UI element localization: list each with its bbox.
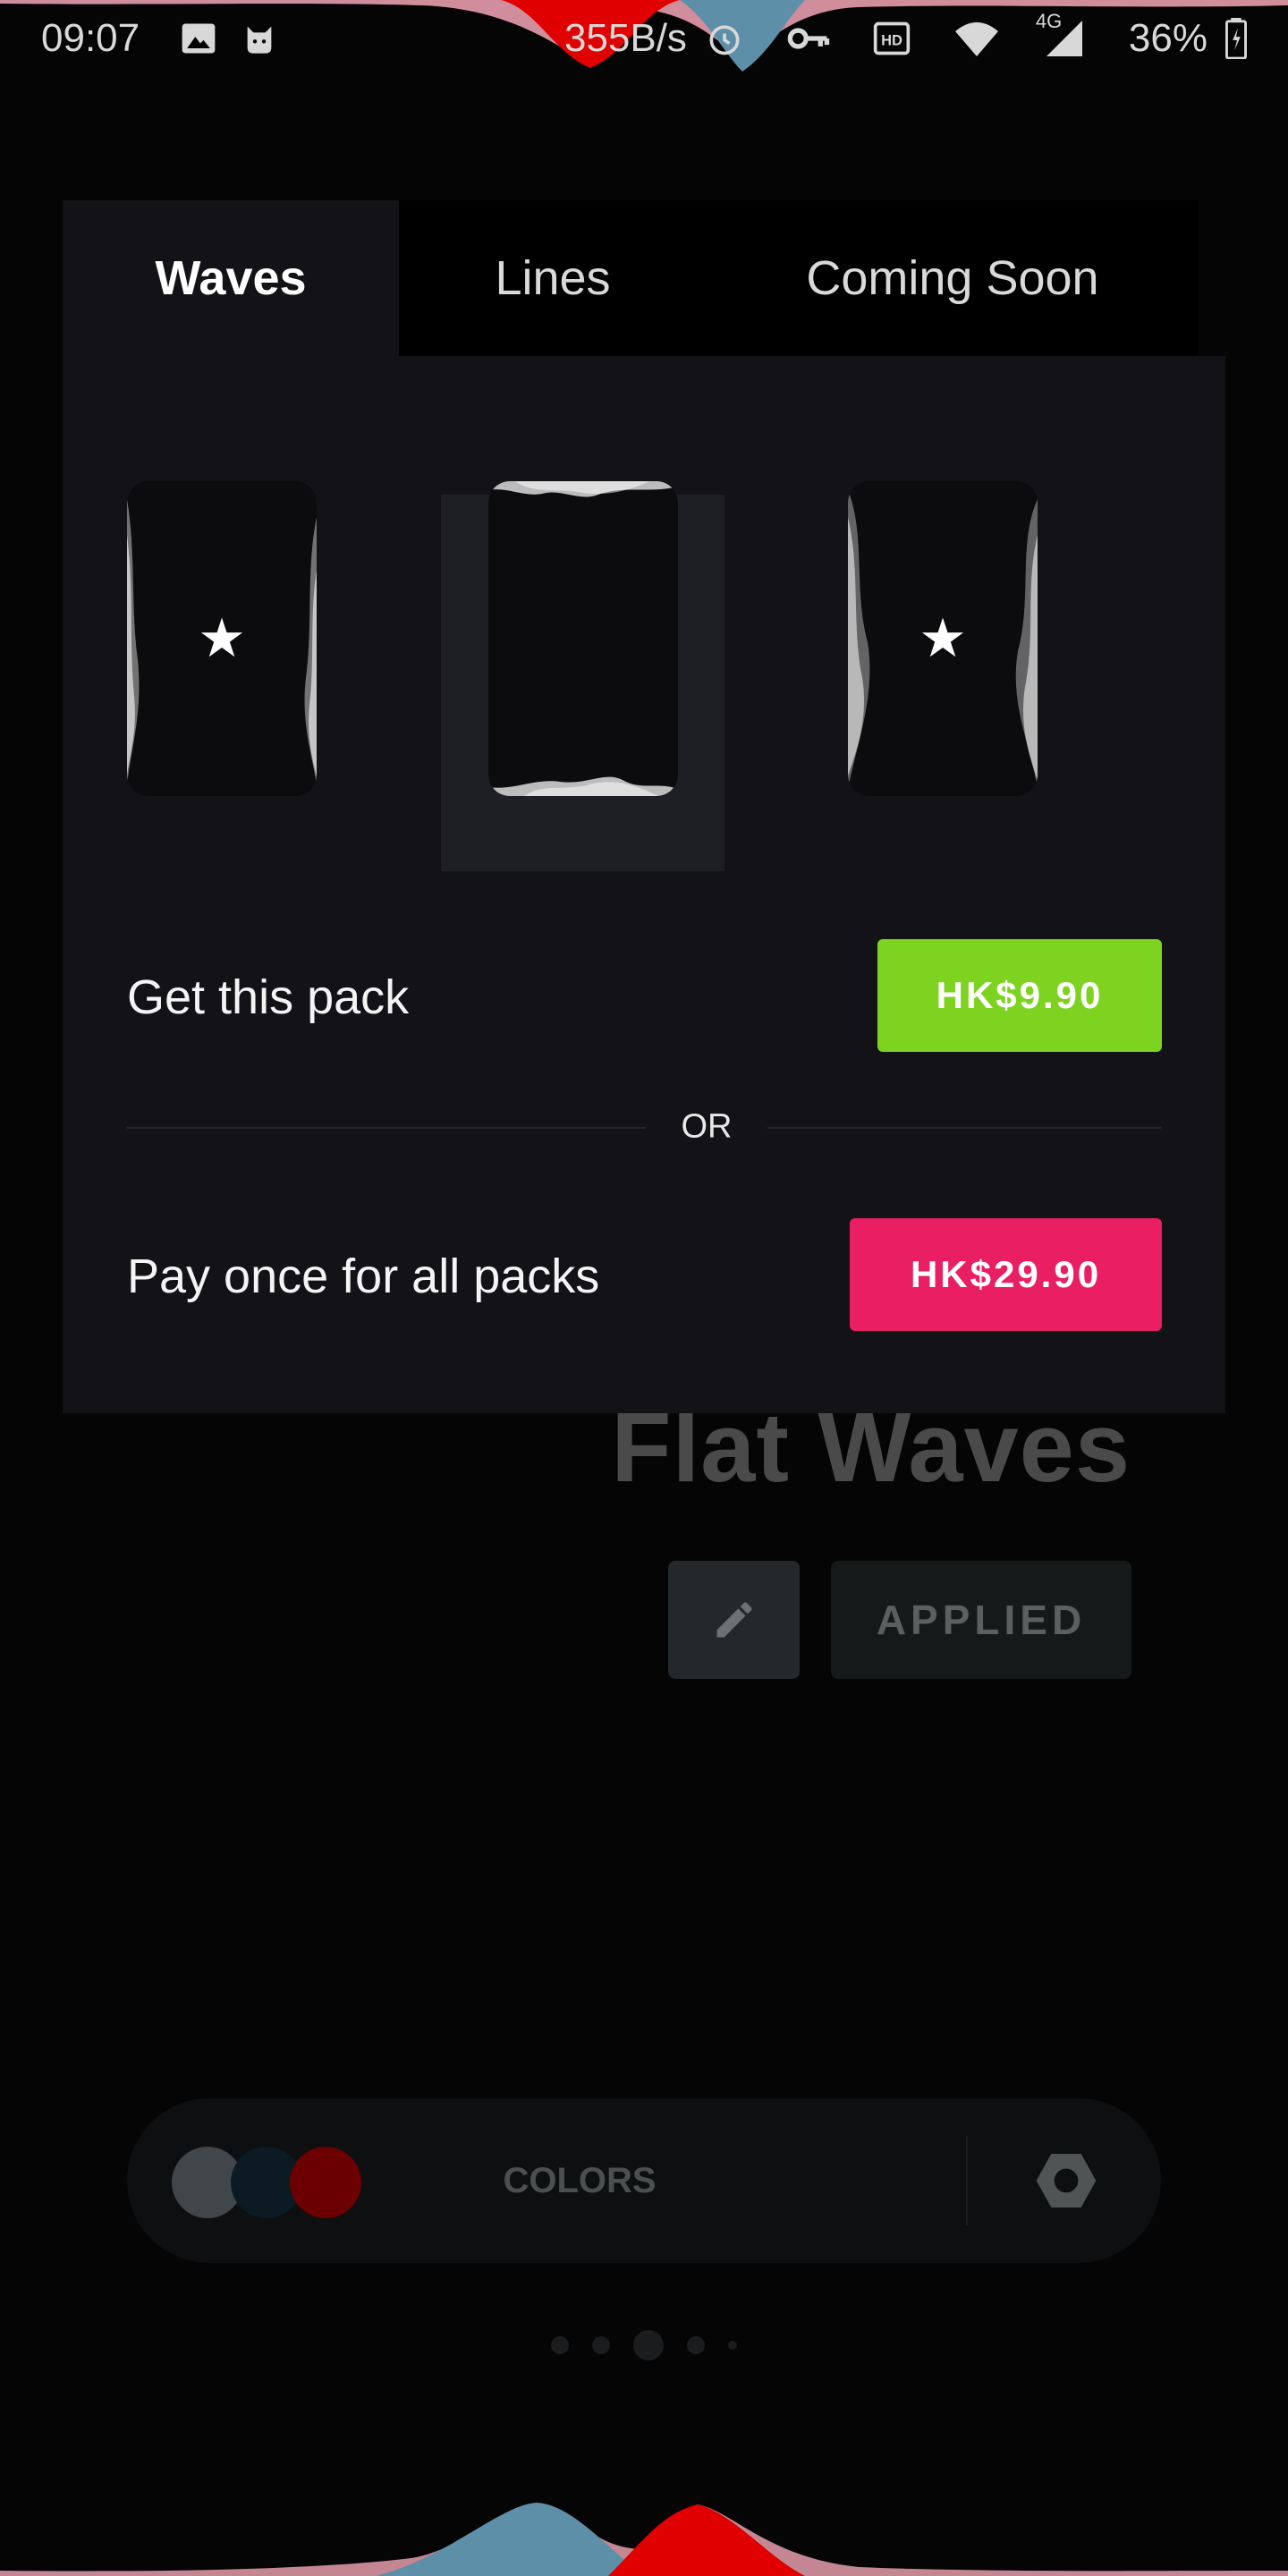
screen: 09:07 355B/s HD 4G 36% Flat Waves APPLIE… (0, 0, 1288, 2576)
tab-waves[interactable]: Waves (63, 200, 399, 356)
edit-button[interactable] (668, 1561, 800, 1679)
battery-icon (1225, 18, 1247, 59)
signal-icon: 4G (1036, 10, 1088, 58)
separator-line-left (127, 1127, 646, 1129)
colors-button[interactable]: COLORS (127, 2098, 1032, 2263)
pack-tabs: Waves Lines Coming Soon (63, 200, 1199, 356)
buy-pack-button[interactable]: HK$9.90 (877, 939, 1162, 1052)
applied-button[interactable]: APPLIED (831, 1561, 1131, 1679)
page-dot[interactable] (687, 2336, 705, 2354)
tab-lines[interactable]: Lines (399, 200, 707, 356)
pencil-icon (716, 1602, 751, 1638)
settings-button[interactable] (1021, 2136, 1111, 2225)
battery-percent: 36% (1128, 16, 1208, 60)
hexagon-nut-icon (1036, 2154, 1097, 2207)
status-time: 09:07 (41, 16, 140, 60)
image-icon (179, 19, 218, 58)
alarm-icon (705, 19, 744, 58)
premium-star-icon: ★ (198, 608, 246, 668)
hd-icon: HD (871, 19, 912, 58)
status-bar: 09:07 355B/s HD 4G 36% (0, 0, 1288, 77)
network-speed: 355B/s (564, 16, 687, 60)
vpn-key-icon (785, 19, 830, 58)
colors-bar: COLORS (127, 2098, 1161, 2263)
page-dot[interactable] (592, 2336, 610, 2354)
page-dot-active[interactable] (633, 2330, 664, 2360)
all-packs-label: Pay once for all packs (127, 1250, 600, 1303)
cat-notification-icon (242, 21, 277, 56)
get-pack-label: Get this pack (127, 970, 410, 1024)
page-dot[interactable] (551, 2336, 569, 2354)
page-indicator (0, 2330, 1288, 2360)
tab-coming-soon[interactable]: Coming Soon (707, 200, 1199, 356)
network-type: 4G (1035, 10, 1063, 32)
svg-text:HD: HD (881, 32, 902, 48)
premium-star-icon: ★ (919, 608, 967, 668)
colors-divider (966, 2136, 968, 2225)
buy-all-packs-button[interactable]: HK$29.90 (850, 1218, 1162, 1331)
bottom-wave-decoration (0, 2503, 1288, 2576)
wallpaper-thumbnail-side-waves[interactable]: ★ (127, 481, 317, 796)
page-dot[interactable] (728, 2341, 737, 2350)
wifi-icon (953, 19, 1000, 58)
wallpaper-thumbnail-side-waves-heavy[interactable]: ★ (848, 481, 1038, 796)
wallpaper-thumbnail-top-bottom-waves[interactable] (488, 481, 678, 796)
purchase-dialog: Waves Lines Coming Soon ★ ★ Get this pac… (63, 200, 1225, 1413)
separator-line-right (767, 1127, 1161, 1129)
status-right-group: 355B/s HD 4G 36% (564, 10, 1247, 61)
